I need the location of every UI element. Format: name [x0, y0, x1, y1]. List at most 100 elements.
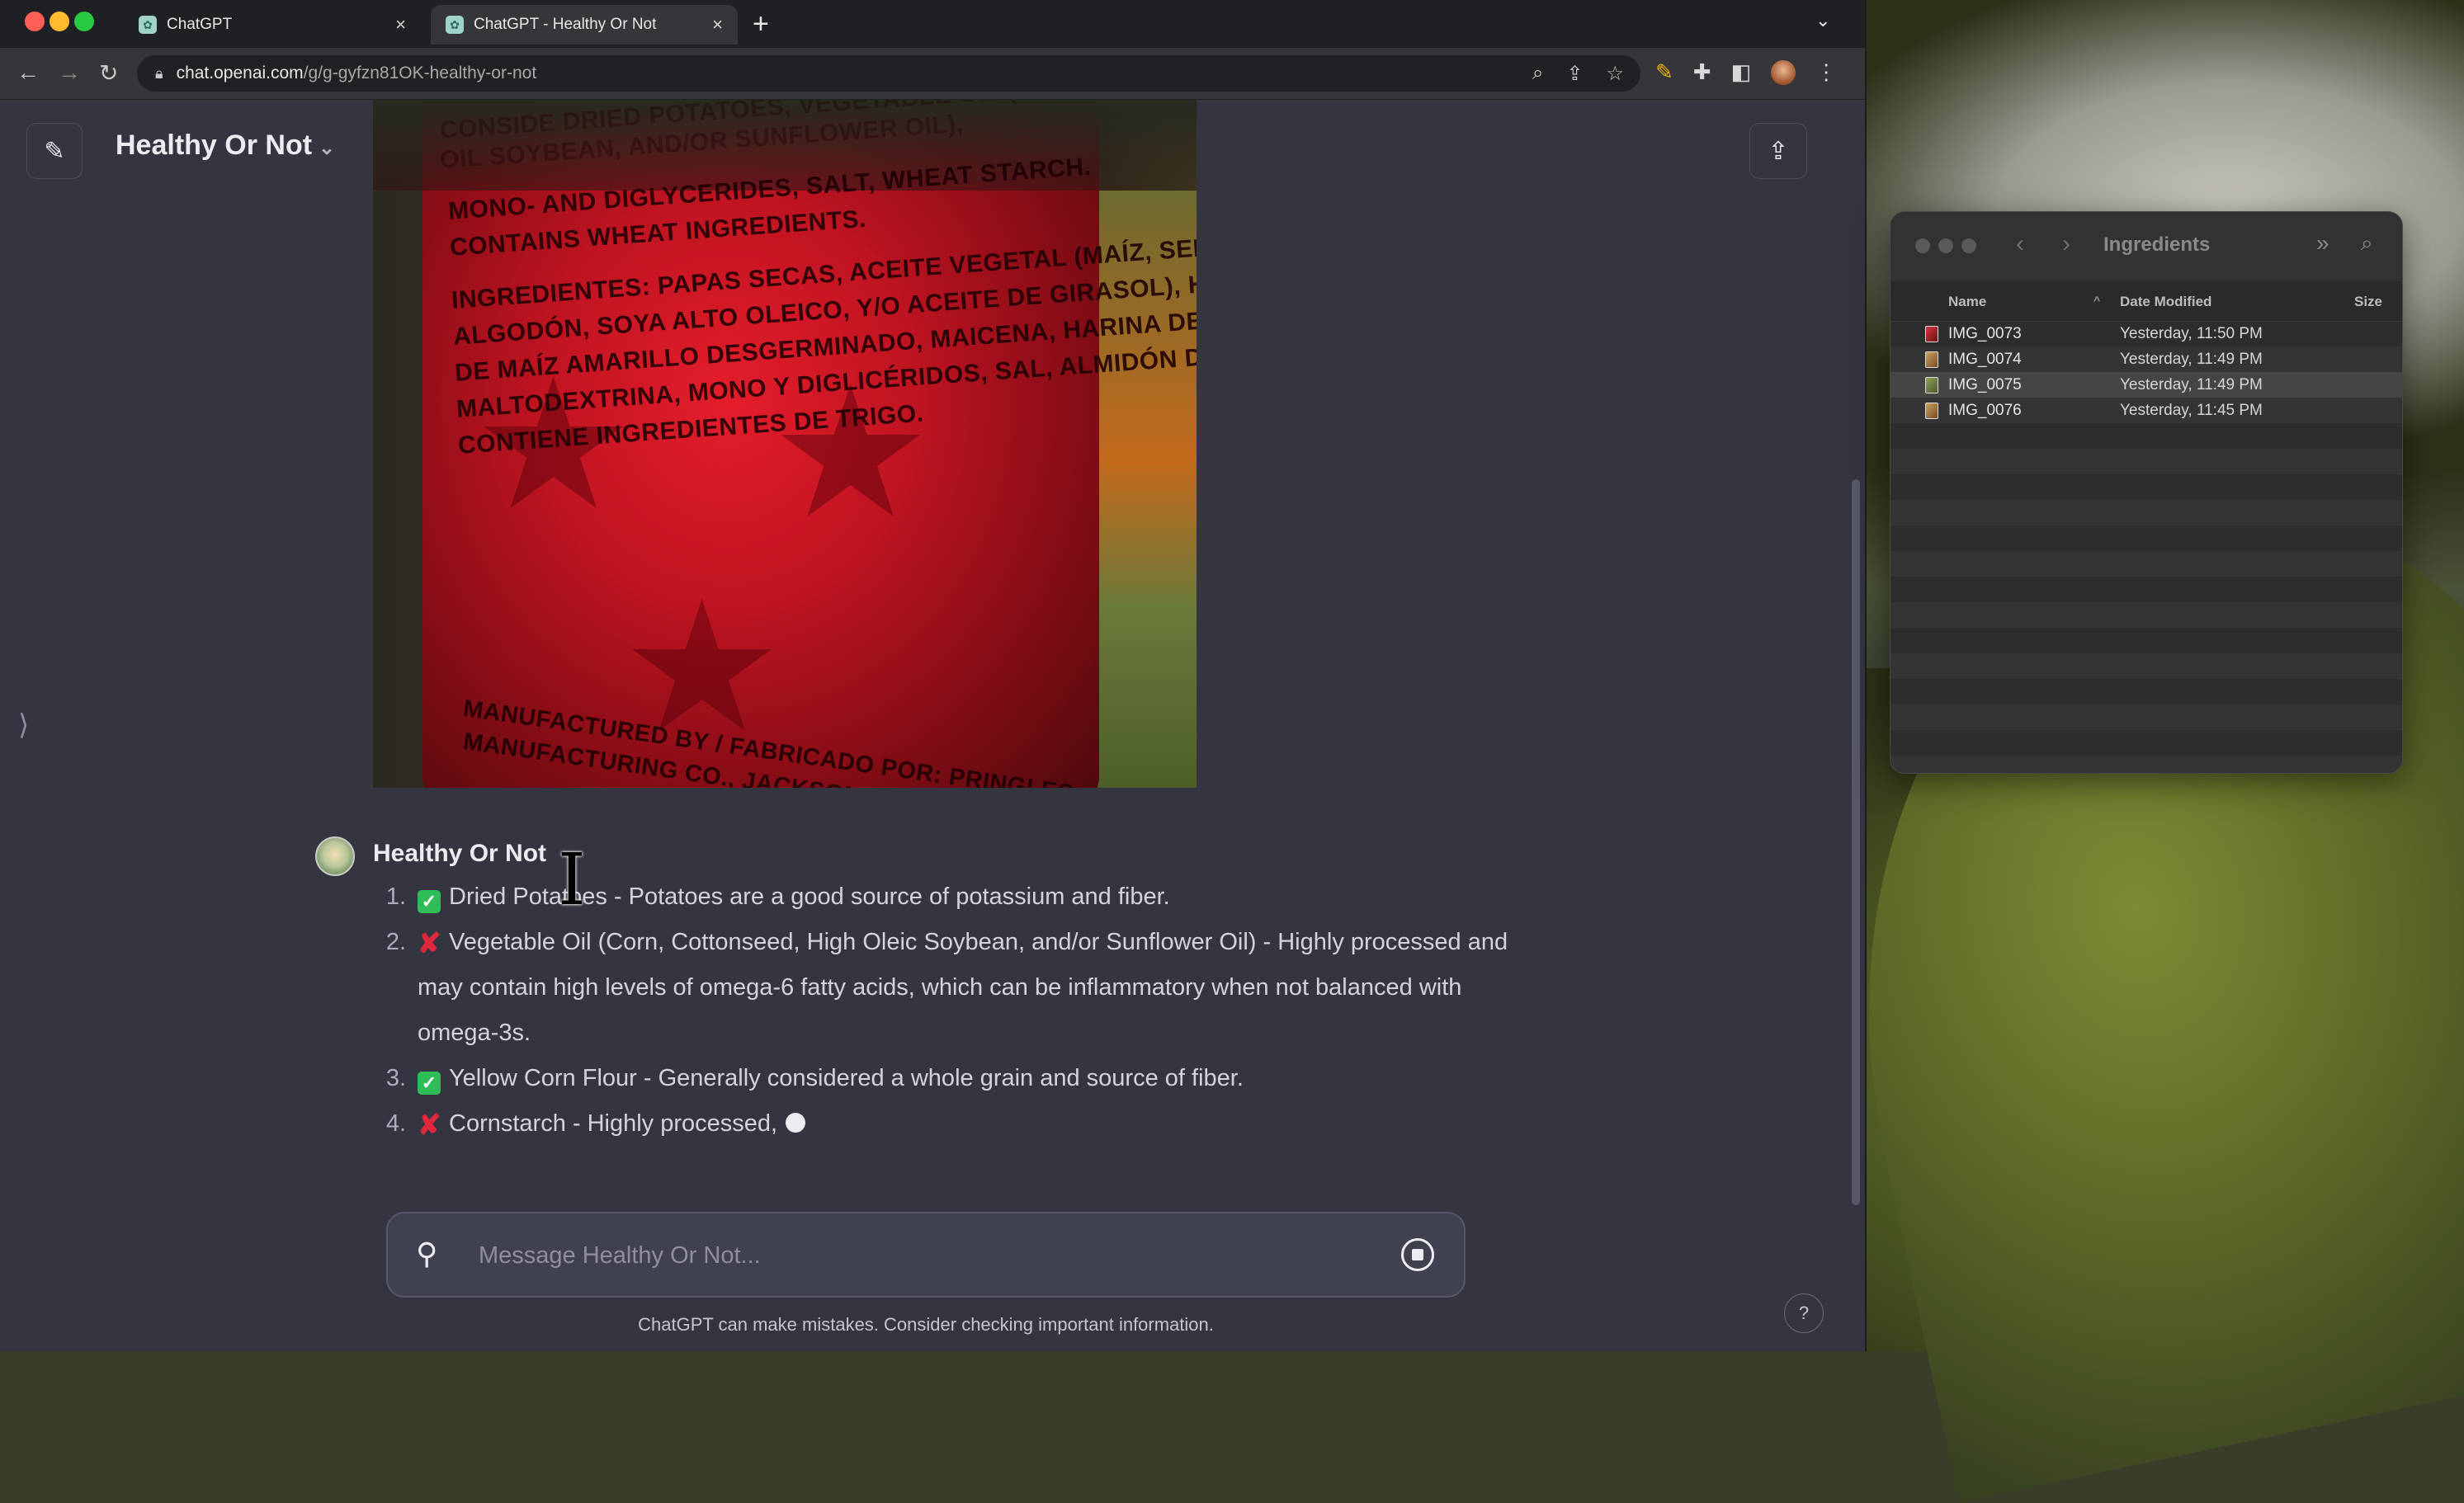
- list-number: 2.: [385, 929, 406, 955]
- finder-titlebar: ‹ › Ingredients » ⌕: [1890, 212, 2402, 282]
- close-window-button[interactable]: [1915, 238, 1930, 253]
- cross-mark-icon: ✘: [418, 1110, 441, 1141]
- ingredient-list: 1. ✓ Dried Potatoes - Potatoes are a good…: [368, 874, 1540, 1147]
- finder-window: ‹ › Ingredients » ⌕ Name ^ Date Modified…: [1890, 211, 2403, 774]
- chevron-down-icon: ⌄: [319, 137, 336, 159]
- column-header-date[interactable]: Date Modified: [2120, 294, 2211, 310]
- image-file-icon: [1925, 377, 1938, 393]
- list-text: Vegetable Oil (Corn, Cottonseed, High Ol…: [418, 929, 1508, 1046]
- share-icon[interactable]: ⇪: [1566, 62, 1583, 86]
- chevron-down-icon[interactable]: ⌄: [1815, 10, 1830, 31]
- file-row[interactable]: IMG_0076 Yesterday, 11:45 PM: [1890, 398, 2402, 423]
- scrollbar[interactable]: [1852, 479, 1860, 1205]
- help-question-icon: ?: [1798, 1303, 1810, 1323]
- list-number: 1.: [385, 883, 406, 910]
- image-file-icon: [1925, 351, 1938, 368]
- message-author: Healthy Or Not: [373, 840, 547, 867]
- empty-rows: [1890, 423, 2402, 773]
- url-text: chat.openai.com/g/g-gyfzn81OK-healthy-or…: [177, 64, 537, 83]
- list-number: 4.: [385, 1110, 406, 1137]
- file-row[interactable]: IMG_0073 Yesterday, 11:50 PM: [1890, 321, 2402, 346]
- zoom-icon[interactable]: ⌕: [1532, 62, 1543, 86]
- forward-chevron-icon[interactable]: ›: [2062, 230, 2070, 258]
- url-domain: chat.openai.com: [176, 64, 304, 82]
- file-name: IMG_0074: [1948, 351, 2022, 368]
- tab-chatgpt[interactable]: ✿ ChatGPT ×: [124, 5, 421, 45]
- file-date: Yesterday, 11:49 PM: [2120, 351, 2263, 368]
- file-date: Yesterday, 11:50 PM: [2120, 325, 2263, 342]
- list-text-wrap: ✓ Yellow Corn Flour - Generally considere…: [418, 1056, 1244, 1101]
- list-item: 4. ✘ Cornstarch - Highly processed,: [368, 1101, 1540, 1147]
- gpt-title-menu[interactable]: Healthy Or Not ⌄: [116, 130, 335, 162]
- profile-avatar[interactable]: [1771, 59, 1796, 85]
- stop-icon: [1412, 1249, 1423, 1260]
- file-list: IMG_0073 Yesterday, 11:50 PM IMG_0074 Ye…: [1890, 321, 2402, 423]
- image-file-icon: [1925, 403, 1938, 419]
- message-input[interactable]: [477, 1238, 1305, 1273]
- back-chevron-icon[interactable]: ‹: [2016, 230, 2024, 258]
- address-bar[interactable]: 🔒︎ chat.openai.com/g/g-gyfzn81OK-healthy…: [137, 55, 1640, 92]
- list-item: 2. ✘ Vegetable Oil (Corn, Cottonseed, Hig…: [368, 920, 1540, 1056]
- check-mark-icon: ✓: [418, 1072, 441, 1095]
- disclaimer-text: ChatGPT can make mistakes. Consider chec…: [638, 1314, 1214, 1335]
- zoom-window-button[interactable]: [74, 12, 94, 31]
- share-button[interactable]: ⇪: [1749, 123, 1807, 179]
- column-header-name[interactable]: Name: [1948, 294, 1986, 310]
- column-header-size[interactable]: Size: [2354, 294, 2382, 310]
- list-text: Yellow Corn Flour - Generally considered…: [449, 1065, 1244, 1091]
- chatgpt-page: ★ ★ ★ CONSIDE DRIED POTATOES, VEGETABLE …: [0, 100, 1865, 1351]
- browser-window: ✿ ChatGPT × ✿ ChatGPT - Healthy Or Not ×…: [0, 0, 1867, 1351]
- list-text-wrap: ✘ Vegetable Oil (Corn, Cottonseed, High O…: [418, 920, 1540, 1056]
- cross-mark-icon: ✘: [418, 928, 441, 959]
- minimize-window-button[interactable]: [1938, 238, 1953, 253]
- close-icon[interactable]: ×: [712, 14, 723, 35]
- file-row[interactable]: IMG_0074 Yesterday, 11:49 PM: [1890, 346, 2402, 372]
- gpt-avatar: [315, 836, 355, 876]
- assistant-message: 1. ✓ Dried Potatoes - Potatoes are a good…: [368, 874, 1540, 1147]
- stop-generating-button[interactable]: [1401, 1238, 1434, 1271]
- zoom-window-button[interactable]: [1961, 238, 1976, 253]
- browser-toolbar: ← → ↻ 🔒︎ chat.openai.com/g/g-gyfzn81OK-h…: [0, 48, 1865, 100]
- bookmark-star-icon[interactable]: ☆: [1606, 62, 1624, 86]
- new-chat-button[interactable]: ✎: [26, 123, 83, 179]
- streaming-cursor-icon: [786, 1113, 806, 1133]
- text-cursor-icon: I: [558, 839, 586, 921]
- tab-title: ChatGPT: [167, 16, 233, 33]
- pencil-extension-icon[interactable]: ✎: [1655, 59, 1673, 85]
- sidebar-toggle-icon[interactable]: ⟩: [18, 709, 29, 742]
- search-icon[interactable]: ⌕: [2361, 230, 2373, 257]
- back-arrow-icon[interactable]: ←: [17, 59, 40, 86]
- uploaded-ingredient-photo: ★ ★ ★ CONSIDE DRIED POTATOES, VEGETABLE …: [373, 100, 1197, 788]
- close-icon[interactable]: ×: [395, 14, 406, 35]
- forward-arrow-icon[interactable]: →: [58, 59, 81, 86]
- reload-icon[interactable]: ↻: [99, 59, 118, 87]
- message-composer: ⚲: [386, 1212, 1466, 1298]
- lock-icon[interactable]: 🔒︎: [155, 65, 163, 82]
- omnibox-actions: ⌕ ⇪ ☆: [1532, 62, 1624, 86]
- file-name: IMG_0076: [1948, 402, 2022, 419]
- share-icon: ⇪: [1768, 137, 1789, 165]
- help-button[interactable]: ?: [1784, 1293, 1824, 1333]
- file-date: Yesterday, 11:49 PM: [2120, 376, 2263, 393]
- file-row[interactable]: IMG_0075 Yesterday, 11:49 PM: [1890, 372, 2402, 398]
- chatgpt-favicon-icon: ✿: [139, 16, 157, 34]
- tab-strip: ✿ ChatGPT × ✿ ChatGPT - Healthy Or Not ×…: [0, 0, 1865, 48]
- list-item: 1. ✓ Dried Potatoes - Potatoes are a good…: [368, 874, 1540, 920]
- more-chevron-icon[interactable]: »: [2316, 230, 2329, 257]
- chatgpt-favicon-icon: ✿: [446, 16, 464, 34]
- minimize-window-button[interactable]: [50, 12, 69, 31]
- url-path: /g/g-gyfzn81OK-healthy-or-not: [303, 64, 537, 82]
- gpt-title: Healthy Or Not: [116, 130, 313, 161]
- list-text-wrap: ✘ Cornstarch - Highly processed,: [418, 1101, 806, 1147]
- kebab-menu-icon[interactable]: ⋮: [1815, 59, 1837, 85]
- file-name: IMG_0075: [1948, 376, 2022, 393]
- puzzle-extensions-icon[interactable]: ✚: [1693, 59, 1711, 85]
- side-panel-icon[interactable]: ◧: [1731, 59, 1752, 85]
- tab-healthy-or-not[interactable]: ✿ ChatGPT - Healthy Or Not ×: [431, 5, 738, 45]
- new-tab-button[interactable]: +: [753, 8, 769, 40]
- edit-icon: ✎: [44, 137, 65, 165]
- file-date: Yesterday, 11:45 PM: [2120, 402, 2263, 419]
- attach-paperclip-icon[interactable]: ⚲: [416, 1237, 437, 1271]
- close-window-button[interactable]: [25, 12, 45, 31]
- sort-ascending-icon: ^: [2093, 294, 2101, 307]
